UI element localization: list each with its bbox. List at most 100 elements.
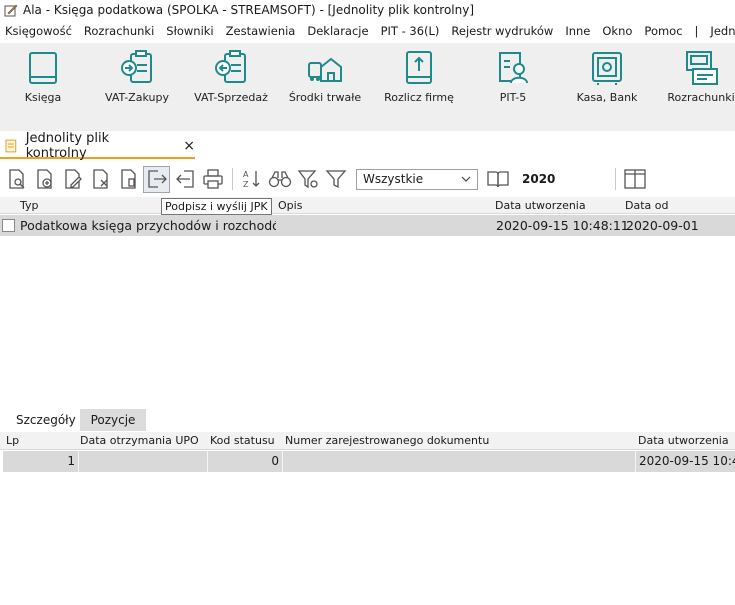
toolbar-separator <box>232 168 233 190</box>
cell-data-utworzenia: 2020-09-15 10:48 <box>639 454 735 468</box>
import-button[interactable] <box>171 166 198 193</box>
document-copy-icon <box>120 169 136 189</box>
ribbon-rozlicz-firme[interactable]: Rozlicz firmę <box>372 49 466 105</box>
ribbon-pit5[interactable]: PIT-5 <box>466 49 560 105</box>
close-icon[interactable]: × <box>183 138 195 154</box>
document-edit-icon <box>64 169 82 189</box>
column-header-typ[interactable]: Typ <box>20 197 39 214</box>
edit-document-button[interactable] <box>59 166 86 193</box>
menu-zestawienia[interactable]: Zestawienia <box>226 24 296 38</box>
column-header-opis[interactable]: Opis <box>278 197 302 214</box>
window-title: Ala - Księga podatkowa (SPOLKA - STREAMS… <box>23 3 475 17</box>
filter-select[interactable]: Wszystkie <box>356 168 478 190</box>
clipboard-out-icon <box>215 50 246 83</box>
document-tab-icon <box>5 139 17 153</box>
grid-header: Typ Opis Data utworzenia Data od <box>0 197 735 214</box>
document-add-icon <box>36 169 52 189</box>
cell-data-utworzenia: 2020-09-15 10:48:11 <box>496 218 629 233</box>
book-icon <box>29 52 57 84</box>
settle-book-icon <box>406 51 432 84</box>
menu-okno[interactable]: Okno <box>602 24 632 38</box>
ribbon-ksiega[interactable]: Księga <box>0 49 90 105</box>
ribbon-srodki-trwale[interactable]: Środki trwałe <box>278 49 372 105</box>
open-book-icon <box>486 171 509 188</box>
menu-jednolity[interactable]: Jednolity <box>710 24 735 38</box>
clipboard-in-icon <box>121 50 152 83</box>
positions-grid-header: Lp Data otrzymania UPO Kod statusu Numer… <box>0 432 735 450</box>
column-header-numer-dokumentu[interactable]: Numer zarejestrowanego dokumentu <box>285 432 489 450</box>
columns-button[interactable] <box>621 166 648 193</box>
cell-kod-statusu: 0 <box>271 454 279 468</box>
ribbon-vat-sprzedaz[interactable]: VAT-Sprzedaż <box>184 49 278 105</box>
column-header-data-upo[interactable]: Data otrzymania UPO <box>80 432 199 450</box>
assets-icon <box>308 57 342 82</box>
filter-select-value: Wszystkie <box>363 172 424 186</box>
menu-bar: Księgowość Rozrachunki Słowniki Zestawie… <box>0 21 735 41</box>
sort-az-icon: A Z <box>243 170 259 189</box>
sign-and-send-jpk-button[interactable] <box>143 165 170 193</box>
export-arrow-icon <box>147 170 167 188</box>
menu-deklaracje[interactable]: Deklaracje <box>307 24 368 38</box>
column-header-data-od[interactable]: Data od <box>625 197 668 214</box>
column-header-data-utworzenia[interactable]: Data utworzenia <box>638 432 729 450</box>
cell-divider <box>282 451 283 472</box>
columns-icon <box>624 169 646 189</box>
delete-document-button[interactable] <box>87 166 114 193</box>
tab-pozycje[interactable]: Pozycje <box>80 409 146 431</box>
detail-tabs: Szczegóły Pozycje <box>0 409 735 431</box>
menu-pomoc[interactable]: Pomoc <box>644 24 682 38</box>
cell-lp: 1 <box>67 454 75 468</box>
cell-divider <box>635 451 636 472</box>
import-arrow-icon <box>175 170 194 188</box>
copy-document-button[interactable] <box>115 166 142 193</box>
ribbon-vat-zakupy[interactable]: VAT-Zakupy <box>90 49 184 105</box>
menu-rejestr-wydrukow[interactable]: Rejestr wydruków <box>451 24 553 38</box>
svg-text:A: A <box>243 170 249 179</box>
app-icon <box>4 4 18 17</box>
toolbar: A Z Wszystkie 2020 <box>0 163 735 195</box>
svg-text:Z: Z <box>243 180 249 189</box>
search-button[interactable] <box>266 166 293 193</box>
tab-label: Jednolity plik kontrolny <box>25 131 110 161</box>
printer-icon <box>202 169 223 189</box>
document-preview-icon <box>8 169 24 189</box>
cell-divider <box>78 451 79 472</box>
document-delete-icon <box>92 169 108 189</box>
filter-icon <box>325 170 346 189</box>
settlements-icon <box>686 51 718 85</box>
column-header-lp[interactable]: Lp <box>6 432 19 450</box>
safe-icon <box>592 52 622 85</box>
preview-document-button[interactable] <box>3 166 30 193</box>
tab-jednolity-plik-kontrolny[interactable]: Jednolity plik kontrolny × <box>0 131 195 161</box>
cell-data-od: 2020-09-01 <box>626 218 699 233</box>
table-row[interactable]: 1 0 2020-09-15 10:48 <box>3 451 735 472</box>
menu-pit36[interactable]: PIT - 36(L) <box>381 24 440 38</box>
cell-divider <box>207 451 208 472</box>
table-row[interactable]: Podatkowa księga przychodów i rozchodów … <box>0 215 735 236</box>
column-header-kod-statusu[interactable]: Kod statusu <box>210 432 275 450</box>
add-document-button[interactable] <box>31 166 58 193</box>
binoculars-icon <box>268 171 291 188</box>
menu-inne[interactable]: Inne <box>565 24 590 38</box>
menu-rozrachunki[interactable]: Rozrachunki <box>84 24 154 38</box>
sort-button[interactable]: A Z <box>238 166 265 193</box>
menu-separator: | <box>694 24 699 38</box>
title-bar: Ala - Księga podatkowa (SPOLKA - STREAMS… <box>0 0 735 20</box>
column-header-data-utworzenia[interactable]: Data utworzenia <box>495 197 586 214</box>
toolbar-separator <box>615 168 617 190</box>
ribbon-rozrachunki[interactable]: Rozrachunki <box>654 49 735 105</box>
tooltip: Podpisz i wyślij JPK <box>161 198 272 215</box>
menu-ksiegowosc[interactable]: Księgowość <box>5 24 72 38</box>
year-label: 2020 <box>522 172 556 186</box>
cell-typ: Podatkowa księga przychodów i rozchodów <box>20 218 276 233</box>
filter-button[interactable] <box>322 166 349 193</box>
calendar-book-button[interactable] <box>484 166 511 193</box>
row-checkbox[interactable] <box>2 219 15 232</box>
tab-szczegoly[interactable]: Szczegóły <box>8 409 84 431</box>
print-button[interactable] <box>199 166 226 193</box>
chevron-down-icon <box>461 176 471 182</box>
menu-slowniki[interactable]: Słowniki <box>166 24 213 38</box>
filter-edit-button[interactable] <box>294 166 321 193</box>
ribbon-kasa-bank[interactable]: Kasa, Bank <box>560 49 654 105</box>
filter-settings-icon <box>297 170 318 189</box>
